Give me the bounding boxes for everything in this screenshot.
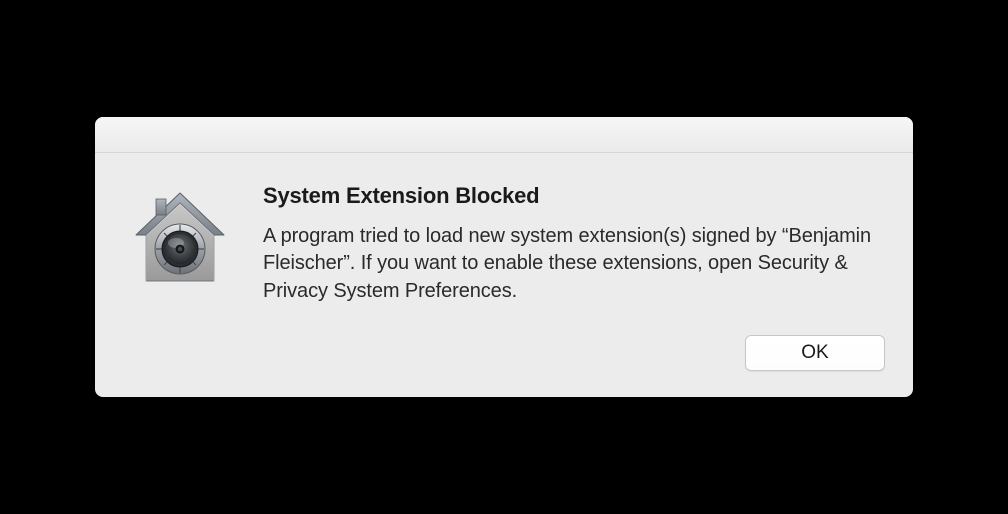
dialog-icon-container — [125, 181, 235, 298]
dialog-body: System Extension Blocked A program tried… — [95, 153, 913, 326]
system-dialog: System Extension Blocked A program tried… — [95, 117, 913, 398]
dialog-titlebar — [95, 117, 913, 153]
dialog-title: System Extension Blocked — [263, 183, 883, 209]
ok-button[interactable]: OK — [745, 335, 885, 371]
dialog-footer: OK — [95, 325, 913, 397]
dialog-message: A program tried to load new system exten… — [263, 223, 883, 306]
dialog-message-area: System Extension Blocked A program tried… — [263, 181, 883, 306]
security-house-icon — [126, 185, 234, 298]
